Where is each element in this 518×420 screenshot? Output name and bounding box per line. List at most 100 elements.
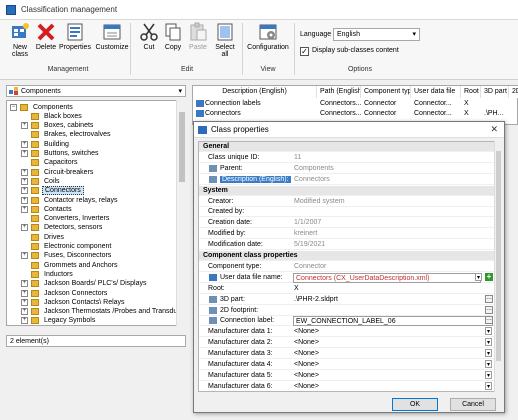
- properties-button[interactable]: Properties: [58, 22, 92, 51]
- display-subclasses-checkbox[interactable]: ✓: [300, 47, 309, 56]
- configuration-button[interactable]: Configuration: [245, 22, 291, 51]
- property-row[interactable]: Modified by: kreinert: [199, 229, 495, 240]
- scrollbar-thumb[interactable]: [179, 112, 185, 182]
- expand-icon[interactable]: +: [21, 187, 28, 195]
- paste-button[interactable]: Paste: [186, 22, 210, 51]
- language-select[interactable]: English ▾: [333, 28, 420, 41]
- chevron-down-icon[interactable]: ▾: [485, 338, 492, 347]
- chevron-down-icon[interactable]: ▾: [475, 272, 482, 281]
- expand-icon[interactable]: +: [21, 308, 28, 316]
- ellipsis-button[interactable]: …: [485, 316, 493, 325]
- expand-icon[interactable]: +: [21, 224, 28, 232]
- property-value[interactable]: X: [294, 285, 299, 292]
- chevron-down-icon[interactable]: ▾: [485, 360, 492, 368]
- customize-button[interactable]: Customize: [95, 22, 129, 51]
- property-row[interactable]: Description (English): Connectors: [199, 175, 495, 185]
- grid-cell[interactable]: Connectors...: [317, 109, 361, 119]
- grid-cell[interactable]: Connector...: [411, 99, 461, 109]
- chevron-down-icon[interactable]: ▾: [485, 370, 492, 379]
- property-row[interactable]: Modification date: 5/19/2021: [199, 240, 495, 251]
- property-grid[interactable]: General Class unique ID: 11 Parent: Componen…: [198, 141, 501, 392]
- column-header[interactable]: User data file: [411, 86, 461, 98]
- expand-icon[interactable]: +: [21, 150, 28, 157]
- property-row[interactable]: Created by:: [199, 207, 495, 218]
- grid-cell[interactable]: Connection labels: [193, 99, 317, 109]
- scrollbar-thumb[interactable]: [496, 151, 501, 361]
- property-row[interactable]: Class unique ID: 11: [199, 153, 495, 163]
- expand-icon[interactable]: +: [21, 177, 28, 185]
- chevron-down-icon[interactable]: ▾: [485, 349, 492, 358]
- grid-cell[interactable]: Connector: [361, 99, 411, 109]
- expand-icon[interactable]: +: [21, 289, 28, 297]
- copy-button[interactable]: Copy: [162, 22, 184, 51]
- property-row[interactable]: Manufacturer data 2: <None> ▾: [199, 338, 495, 349]
- property-value[interactable]: <None>: [294, 328, 319, 335]
- expand-icon[interactable]: +: [21, 205, 28, 213]
- property-value[interactable]: <None>: [294, 350, 319, 357]
- new-class-button[interactable]: New class: [6, 22, 34, 58]
- property-row[interactable]: 2D footprint:…: [199, 305, 495, 316]
- property-row[interactable]: Parent: Components: [199, 164, 495, 174]
- property-value[interactable]: <None>: [294, 383, 319, 390]
- delete-button[interactable]: Delete: [34, 22, 58, 51]
- property-value[interactable]: Connectors (CX_UserDataDescription.xml): [293, 272, 481, 283]
- property-row[interactable]: Component type: Connector: [199, 262, 495, 272]
- chevron-down-icon[interactable]: ▾: [485, 381, 492, 390]
- property-value[interactable]: <None>: [294, 361, 319, 368]
- property-row[interactable]: User data file name: Connectors (CX_UserD…: [199, 272, 495, 283]
- property-row[interactable]: Manufacturer data 6: <None> ▾: [199, 381, 495, 391]
- property-value[interactable]: EW_CONNECTION_LABEL_06: [293, 316, 493, 327]
- grid-cell[interactable]: [481, 99, 509, 109]
- property-row[interactable]: Creation date: 1/1/2007: [199, 218, 495, 229]
- property-row[interactable]: Creator: Modified system: [199, 197, 495, 207]
- column-header[interactable]: 3D part: [481, 86, 509, 98]
- cancel-button[interactable]: Cancel: [450, 398, 496, 411]
- expand-icon[interactable]: +: [21, 280, 28, 288]
- class-root-combo[interactable]: Components ▾: [6, 85, 186, 97]
- column-header[interactable]: Path (English): [317, 86, 361, 98]
- grid-cell[interactable]: Connectors: [193, 109, 317, 119]
- select-all-button[interactable]: Select all: [213, 22, 237, 58]
- property-row[interactable]: Manufacturer data 1: <None> ▾: [199, 327, 495, 338]
- grid-cell[interactable]: Connector: [361, 109, 411, 119]
- tree-scrollbar[interactable]: [176, 100, 186, 326]
- ok-button[interactable]: OK: [392, 398, 438, 411]
- grid-cell[interactable]: X: [461, 99, 481, 109]
- add-icon[interactable]: +: [485, 272, 493, 281]
- property-scrollbar[interactable]: [494, 141, 501, 392]
- expand-icon[interactable]: +: [21, 122, 28, 130]
- expand-icon[interactable]: +: [21, 317, 28, 325]
- expand-icon[interactable]: +: [21, 252, 28, 260]
- grid-cell[interactable]: X: [461, 109, 481, 119]
- grid-cell[interactable]: [509, 109, 518, 119]
- grid-cell[interactable]: .\PH...: [481, 109, 509, 119]
- tree-item[interactable]: + Legacy Symbols: [21, 316, 97, 325]
- ellipsis-button[interactable]: …: [485, 294, 493, 303]
- property-row[interactable]: Root: X: [199, 284, 495, 294]
- chevron-down-icon[interactable]: ▾: [485, 327, 492, 336]
- property-row[interactable]: Manufacturer data 4: <None> ▾: [199, 360, 495, 370]
- property-row[interactable]: Manufacturer data 3: <None> ▾: [199, 349, 495, 360]
- property-row[interactable]: 3D part: .\PHR-2.sldprt…: [199, 294, 495, 305]
- expand-icon[interactable]: +: [21, 298, 28, 306]
- ellipsis-button[interactable]: …: [485, 305, 493, 314]
- column-header[interactable]: Component type: [361, 86, 411, 98]
- collapse-icon[interactable]: −: [10, 103, 17, 111]
- expand-icon[interactable]: +: [21, 168, 28, 176]
- property-value[interactable]: <None>: [294, 339, 319, 346]
- column-header[interactable]: Description (English): [193, 86, 317, 98]
- expand-icon[interactable]: +: [21, 140, 28, 148]
- property-value[interactable]: .\PHR-2.sldprt: [294, 296, 338, 303]
- column-header[interactable]: 2D: [509, 86, 518, 98]
- property-row[interactable]: Manufacturer data 5: <None> ▾: [199, 370, 495, 381]
- class-tree[interactable]: − Components Black boxes + Boxes, cabinets Br…: [6, 100, 186, 326]
- column-header[interactable]: Root: [461, 86, 481, 98]
- property-row[interactable]: Connection label: EW_CONNECTION_LABEL_06…: [199, 316, 495, 327]
- cut-button[interactable]: Cut: [138, 22, 160, 51]
- close-icon[interactable]: ✕: [490, 124, 498, 135]
- grid-cell[interactable]: [509, 99, 518, 109]
- classes-grid[interactable]: Description (English) Path (English) Compo…: [192, 85, 518, 125]
- expand-icon[interactable]: +: [21, 196, 28, 204]
- property-value[interactable]: <None>: [294, 372, 319, 379]
- grid-cell[interactable]: Connectors...: [317, 99, 361, 109]
